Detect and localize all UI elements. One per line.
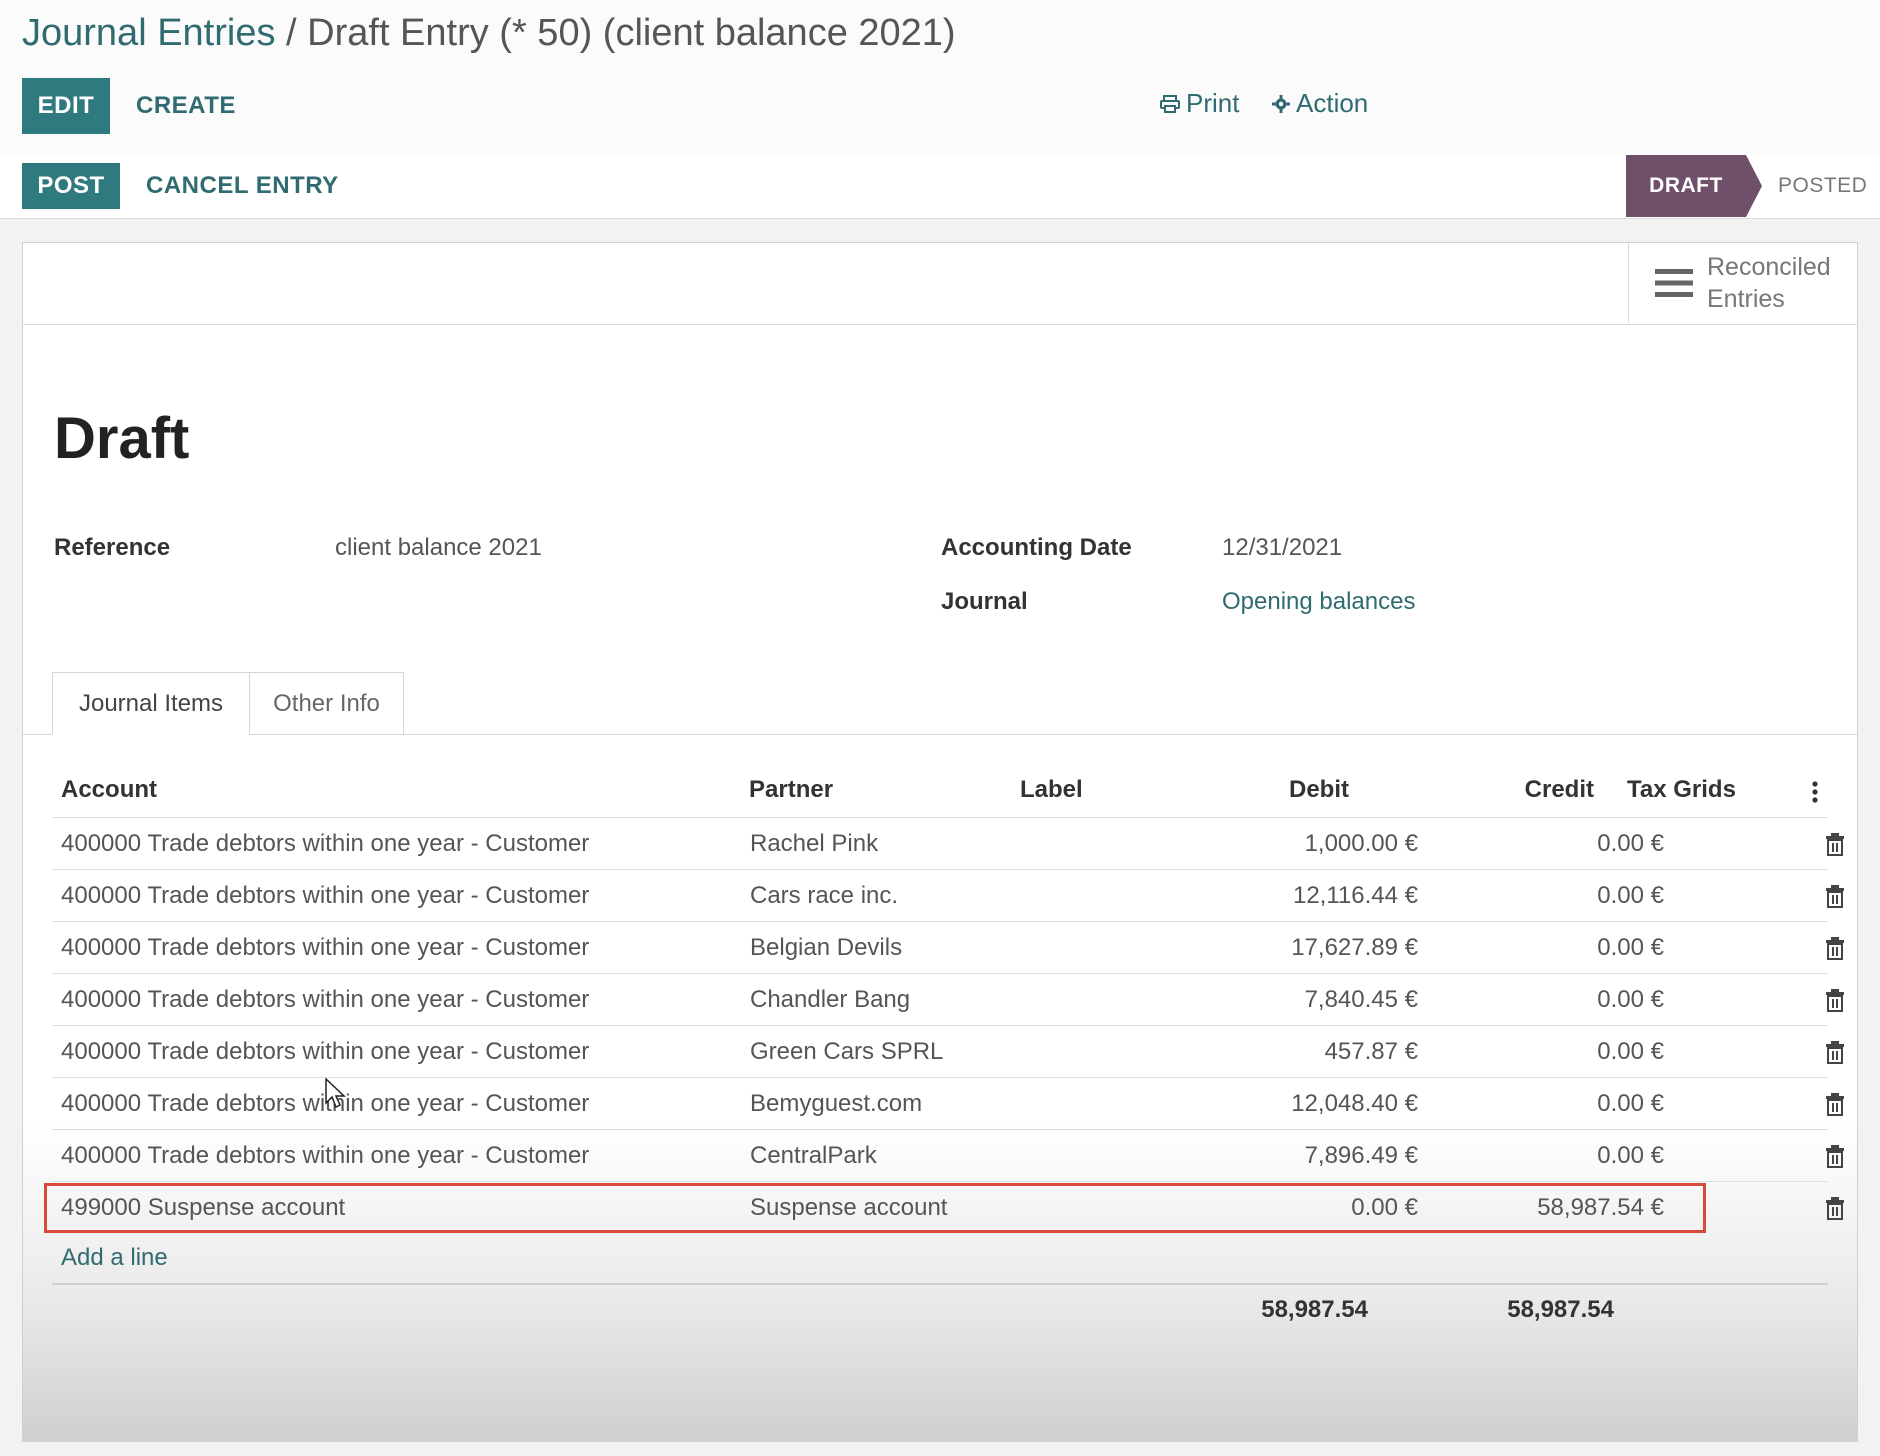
totals-divider	[52, 1283, 1828, 1285]
trash-icon[interactable]	[1825, 1144, 1845, 1168]
table-row[interactable]: 400000 Trade debtors within one year - C…	[52, 1129, 1844, 1182]
create-button[interactable]: CREATE	[136, 78, 236, 134]
post-button[interactable]: POST	[22, 163, 120, 209]
entry-title: Draft	[54, 406, 190, 471]
column-header-credit[interactable]: Credit	[1440, 776, 1594, 804]
debit-cell[interactable]: 1,000.00 €	[1200, 818, 1418, 870]
tab-other-info[interactable]: Other Info	[250, 672, 404, 735]
account-cell[interactable]: 400000 Trade debtors within one year - C…	[61, 818, 741, 870]
credit-cell[interactable]: 0.00 €	[1440, 974, 1664, 1026]
total-credit: 58,987.54	[1507, 1296, 1614, 1323]
debit-cell[interactable]: 17,627.89 €	[1200, 922, 1418, 974]
debit-cell[interactable]: 12,048.40 €	[1200, 1078, 1418, 1130]
printer-icon	[1160, 94, 1180, 113]
account-cell[interactable]: 400000 Trade debtors within one year - C…	[61, 922, 741, 974]
partner-cell[interactable]: Green Cars SPRL	[750, 1026, 1010, 1078]
credit-cell[interactable]: 0.00 €	[1440, 922, 1664, 974]
table-row[interactable]: 400000 Trade debtors within one year - C…	[52, 1025, 1844, 1078]
trash-icon[interactable]	[1825, 1040, 1845, 1064]
column-header-debit[interactable]: Debit	[1200, 776, 1349, 804]
total-debit: 58,987.54	[1261, 1296, 1368, 1323]
credit-cell[interactable]: 0.00 €	[1440, 1078, 1664, 1130]
trash-icon[interactable]	[1825, 1092, 1845, 1116]
account-cell[interactable]: 400000 Trade debtors within one year - C…	[61, 1130, 741, 1182]
label-cell[interactable]	[1020, 1026, 1180, 1078]
journal-link[interactable]: Opening balances	[1222, 588, 1415, 616]
label-cell[interactable]	[1020, 870, 1180, 922]
smart-button-box	[22, 242, 1858, 325]
label-cell[interactable]	[1020, 818, 1180, 870]
credit-cell[interactable]: 0.00 €	[1440, 1026, 1664, 1078]
edit-button[interactable]: EDIT	[22, 78, 110, 134]
column-header-partner[interactable]: Partner	[749, 776, 833, 804]
table-row[interactable]: 400000 Trade debtors within one year - C…	[52, 973, 1844, 1026]
partner-cell[interactable]: Belgian Devils	[750, 922, 1010, 974]
debit-cell[interactable]: 7,840.45 €	[1200, 974, 1418, 1026]
column-header-tax-grids[interactable]: Tax Grids	[1627, 776, 1736, 804]
reference-value: client balance 2021	[335, 534, 542, 561]
highlight-box	[44, 1183, 1706, 1233]
stage-posted[interactable]: POSTED	[1778, 155, 1867, 217]
debit-cell[interactable]: 12,116.44 €	[1200, 870, 1418, 922]
partner-cell[interactable]: Cars race inc.	[750, 870, 1010, 922]
action-label: Action	[1296, 88, 1369, 118]
column-header-account[interactable]: Account	[61, 776, 157, 804]
trash-icon[interactable]	[1825, 988, 1845, 1012]
account-cell[interactable]: 400000 Trade debtors within one year - C…	[61, 1026, 741, 1078]
label-cell[interactable]	[1020, 922, 1180, 974]
reference-label: Reference	[54, 534, 171, 561]
account-cell[interactable]: 400000 Trade debtors within one year - C…	[61, 974, 741, 1026]
trash-icon[interactable]	[1825, 884, 1845, 908]
print-button[interactable]: Print	[1160, 88, 1239, 119]
stage-draft-arrow	[1746, 155, 1762, 217]
label-cell[interactable]	[1020, 1130, 1180, 1182]
table-row[interactable]: 400000 Trade debtors within one year - C…	[52, 1077, 1844, 1130]
table-row[interactable]: 400000 Trade debtors within one year - C…	[52, 817, 1844, 870]
column-header-label[interactable]: Label	[1020, 776, 1083, 804]
add-line-link[interactable]: Add a line	[61, 1240, 168, 1276]
mouse-cursor-icon	[325, 1078, 346, 1109]
tab-journal-items[interactable]: Journal Items	[52, 672, 250, 735]
print-label: Print	[1186, 88, 1240, 118]
credit-cell[interactable]: 0.00 €	[1440, 1130, 1664, 1182]
trash-icon[interactable]	[1825, 832, 1845, 856]
account-cell[interactable]: 400000 Trade debtors within one year - C…	[61, 870, 741, 922]
credit-cell[interactable]: 0.00 €	[1440, 870, 1664, 922]
action-button[interactable]: Action	[1272, 88, 1368, 119]
debit-cell[interactable]: 457.87 €	[1200, 1026, 1418, 1078]
trash-icon[interactable]	[1825, 1196, 1845, 1220]
bars-icon	[1655, 269, 1693, 297]
accounting-date-label: Accounting Date	[941, 534, 1132, 561]
account-cell[interactable]: 400000 Trade debtors within one year - C…	[61, 1078, 741, 1130]
breadcrumb: Journal Entries / Draft Entry (* 50) (cl…	[22, 12, 956, 55]
partner-cell[interactable]: Chandler Bang	[750, 974, 1010, 1026]
reconciled-entries-button[interactable]: Reconciled Entries	[1628, 243, 1857, 323]
partner-cell[interactable]: Bemyguest.com	[750, 1078, 1010, 1130]
table-row[interactable]: 400000 Trade debtors within one year - C…	[52, 869, 1844, 922]
reconciled-entries-label: Reconciled Entries	[1707, 253, 1831, 313]
table-row[interactable]: 400000 Trade debtors within one year - C…	[52, 921, 1844, 974]
breadcrumb-separator: /	[275, 12, 308, 54]
credit-cell[interactable]: 0.00 €	[1440, 818, 1664, 870]
breadcrumb-journal-entries-link[interactable]: Journal Entries	[22, 12, 275, 54]
cancel-entry-button[interactable]: CANCEL ENTRY	[146, 163, 339, 209]
gear-icon	[1272, 94, 1290, 113]
trash-icon[interactable]	[1825, 936, 1845, 960]
breadcrumb-current: Draft Entry (* 50) (client balance 2021)	[307, 12, 956, 54]
partner-cell[interactable]: Rachel Pink	[750, 818, 1010, 870]
debit-cell[interactable]: 7,896.49 €	[1200, 1130, 1418, 1182]
label-cell[interactable]	[1020, 1078, 1180, 1130]
control-panel: Journal Entries / Draft Entry (* 50) (cl…	[0, 0, 1880, 155]
optional-columns-icon[interactable]	[1811, 781, 1819, 803]
accounting-date-value: 12/31/2021	[1222, 534, 1343, 561]
label-cell[interactable]	[1020, 974, 1180, 1026]
partner-cell[interactable]: CentralPark	[750, 1130, 1010, 1182]
stage-draft[interactable]: DRAFT	[1626, 155, 1746, 217]
journal-label: Journal	[941, 588, 1028, 615]
